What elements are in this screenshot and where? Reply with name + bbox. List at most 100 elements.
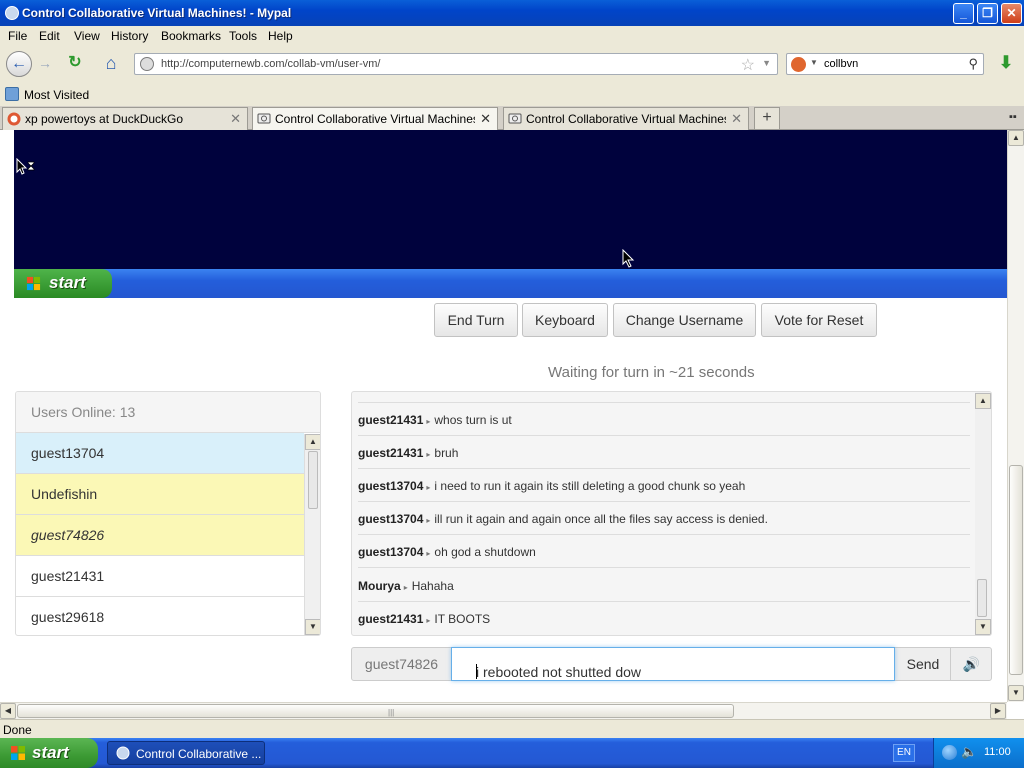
tab-close-icon[interactable]: ✕ (480, 111, 491, 127)
user-list-item[interactable]: guest29618 (16, 597, 304, 635)
chat-message: guest21431 ▸ whos turn is ut (358, 403, 970, 436)
clock[interactable]: 11:00 (984, 746, 1011, 758)
download-icon[interactable]: ⬇ (993, 51, 1019, 77)
chat-arrow-icon: ▸ (426, 417, 431, 426)
tab-close-icon[interactable]: ✕ (230, 111, 241, 127)
chat-username: guest13704 (358, 545, 424, 559)
volume-icon[interactable]: 🔈 (961, 744, 977, 760)
user-list-item[interactable]: guest13704 (16, 433, 304, 474)
users-scroll-thumb[interactable] (308, 451, 318, 509)
search-input[interactable]: collbvn (824, 58, 858, 70)
reload-button[interactable]: ↻ (62, 51, 88, 77)
chat-message: guest13704 ▸ ill run it again and again on… (358, 502, 970, 535)
host-start-button[interactable]: start (0, 738, 98, 768)
users-online-panel: Users Online: 13 guest13704 Undefishin g… (15, 391, 321, 636)
chat-scroll-thumb[interactable] (977, 579, 987, 617)
scroll-right-icon[interactable]: ▶ (990, 703, 1006, 719)
taskbar-window-button[interactable]: Control Collaborative ... (107, 741, 265, 765)
vm-start-label: start (49, 273, 86, 292)
page-vscroll-thumb[interactable] (1009, 465, 1023, 675)
windows-flag-icon (11, 746, 25, 760)
users-scrollbar[interactable]: ▲ ▼ (304, 434, 320, 635)
vm-start-button[interactable]: start (14, 269, 112, 298)
menu-help[interactable]: Help (268, 29, 293, 43)
chat-arrow-icon: ▸ (403, 583, 408, 592)
page-horizontal-scrollbar[interactable]: ◀ ||| ▶ (0, 702, 1007, 719)
url-text[interactable]: http://computernewb.com/collab-vm/user-v… (161, 58, 380, 70)
tab-collabvm[interactable]: Control Collaborative Virtual Machines! … (503, 107, 749, 130)
forward-button[interactable]: → (32, 51, 58, 77)
bookmark-most-visited[interactable]: Most Visited (24, 88, 89, 102)
scroll-grip-icon: ||| (388, 708, 395, 717)
tab-label: Control Collaborative Virtual Machines! (526, 112, 726, 126)
vm-display[interactable] (14, 130, 1007, 269)
scroll-up-icon[interactable]: ▲ (305, 434, 320, 450)
home-button[interactable]: ⌂ (98, 51, 124, 77)
chat-username-label: guest74826 (364, 656, 439, 672)
address-bar[interactable]: http://computernewb.com/collab-vm/user-v… (134, 53, 778, 75)
windows-flag-icon (26, 276, 41, 291)
search-engine-dropdown-icon[interactable]: ▼ (810, 58, 818, 67)
site-identity-icon[interactable] (140, 57, 154, 71)
chat-message: guest13704 ▸ i need to run it again its st… (358, 469, 970, 502)
scroll-down-icon[interactable]: ▼ (975, 619, 991, 635)
menu-edit[interactable]: Edit (39, 29, 60, 43)
mypal-app-icon (116, 746, 130, 760)
tab-duckduckgo[interactable]: xp powertoys at DuckDuckGo ✕ (2, 107, 248, 130)
chat-input-value[interactable]: i rebooted not shutted dow (476, 664, 641, 680)
menu-view[interactable]: View (74, 29, 100, 43)
turn-status-text: Waiting for turn in ~21 seconds (548, 364, 755, 381)
chat-message: guest13704 ▸ oh god a shutdown (358, 535, 970, 568)
search-icon[interactable]: ⚲ (968, 56, 978, 72)
mypal-app-icon (5, 6, 19, 20)
close-button[interactable]: ✕ (1001, 3, 1022, 24)
scroll-down-icon[interactable]: ▼ (1008, 685, 1024, 701)
sound-toggle-icon[interactable]: 🔊 (952, 648, 991, 680)
page-vertical-scrollbar[interactable]: ▲ ▼ (1007, 130, 1024, 702)
keyboard-button[interactable]: Keyboard (522, 303, 608, 337)
user-name: guest13704 (31, 445, 105, 461)
user-list-item[interactable]: Undefishin (16, 474, 304, 515)
tab-close-icon[interactable]: ✕ (731, 111, 742, 127)
window-title: Control Collaborative Virtual Machines! … (22, 6, 292, 20)
send-button[interactable]: Send (896, 648, 951, 680)
minimize-button[interactable]: _ (953, 3, 974, 24)
menu-bookmarks[interactable]: Bookmarks (161, 29, 221, 43)
menu-file[interactable]: File (8, 29, 27, 43)
end-turn-button[interactable]: End Turn (434, 303, 518, 337)
users-online-count: Users Online: 13 (31, 404, 136, 420)
search-bar[interactable]: ▼ collbvn ⚲ (786, 53, 984, 75)
change-username-button[interactable]: Change Username (613, 303, 756, 337)
vm-taskbar[interactable] (14, 269, 1007, 298)
scroll-up-icon[interactable]: ▲ (975, 393, 991, 409)
duckduckgo-icon[interactable] (791, 57, 806, 72)
chat-username: guest21431 (358, 446, 424, 460)
tab-collabvm-active[interactable]: Control Collaborative Virtual Machines! … (252, 107, 498, 130)
user-list-item[interactable]: guest74826 (16, 515, 304, 556)
chat-message-input[interactable]: i rebooted not shutted dow (451, 647, 895, 681)
user-name: guest21431 (31, 568, 105, 584)
page-hscroll-thumb[interactable]: ||| (17, 704, 734, 718)
chat-scrollbar[interactable]: ▲ ▼ (975, 392, 991, 635)
chat-text: bruh (434, 446, 459, 460)
maximize-button[interactable]: ❐ (977, 3, 998, 24)
window-title-bar[interactable]: Control Collaborative Virtual Machines! … (0, 0, 1024, 26)
back-button[interactable]: ← (6, 51, 32, 77)
bookmark-star-icon[interactable]: ☆ (741, 55, 755, 75)
language-indicator[interactable]: EN (893, 744, 915, 762)
vote-for-reset-button[interactable]: Vote for Reset (761, 303, 877, 337)
scroll-up-icon[interactable]: ▲ (1008, 130, 1024, 146)
most-visited-icon (5, 87, 19, 101)
url-dropdown-icon[interactable]: ▼ (762, 58, 771, 68)
user-list-item[interactable]: guest21431 (16, 556, 304, 597)
collabvm-tab-icon (508, 113, 522, 124)
duckduckgo-tab-icon (7, 112, 21, 126)
menu-history[interactable]: History (111, 29, 148, 43)
network-icon[interactable] (942, 745, 957, 760)
tab-list-icon[interactable]: ▪▪ (1009, 111, 1017, 123)
new-tab-button[interactable]: + (754, 107, 780, 129)
scroll-left-icon[interactable]: ◀ (0, 703, 16, 719)
chat-arrow-icon: ▸ (426, 450, 431, 459)
scroll-down-icon[interactable]: ▼ (305, 619, 320, 635)
menu-tools[interactable]: Tools (229, 29, 257, 43)
